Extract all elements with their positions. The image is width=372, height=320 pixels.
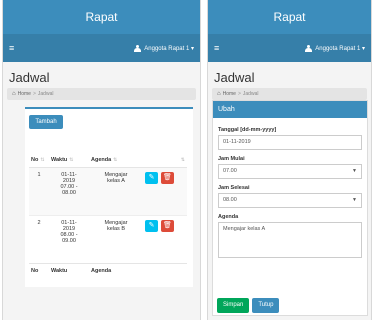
edit-icon: ✎: [148, 221, 155, 229]
top-navbar: ≡ Anggota Rapat 1 ▾: [208, 34, 371, 62]
table-footer-row: No Waktu Agenda: [29, 262, 187, 278]
user-menu[interactable]: Anggota Rapat 1 ▾: [134, 44, 194, 52]
column-header-no[interactable]: No ⇅: [29, 153, 49, 168]
edit-form: Ubah Tanggal [dd-mm-yyyy] 01-11-2019 Jam…: [212, 100, 368, 316]
sort-icon: ⇅: [113, 156, 118, 163]
breadcrumb-separator: >: [237, 91, 241, 97]
cell-agenda: Mengajar kelas B: [89, 214, 143, 263]
column-header-agenda[interactable]: Agenda ⇅: [89, 153, 143, 168]
breadcrumb: ⌂ Home > Jadwal: [212, 88, 367, 100]
cell-waktu: 01-11- 2019 08.00 -09.00: [49, 214, 89, 263]
delete-button[interactable]: 🗑: [161, 171, 174, 184]
sort-icon: ⇅: [69, 156, 74, 163]
app-title-bar: Rapat: [208, 0, 371, 34]
save-button[interactable]: Simpan: [217, 298, 250, 313]
breadcrumb-home[interactable]: Home: [223, 91, 236, 97]
cell-no: 2: [29, 214, 49, 263]
user-menu[interactable]: Anggota Rapat 1 ▾: [305, 44, 365, 52]
breadcrumb-current: Jadwal: [37, 91, 54, 97]
edit-button[interactable]: ✎: [145, 171, 158, 184]
breadcrumb: ⌂ Home > Jadwal: [7, 88, 196, 100]
chevron-down-icon: ▼: [352, 197, 357, 203]
column-header-actions[interactable]: ⇅: [143, 153, 187, 168]
schedule-box: Tambah No ⇅ Waktu ⇅ Agenda ⇅ ⇅ 1 01-11- 2019…: [25, 107, 193, 287]
cell-actions: ✎ 🗑: [143, 214, 187, 263]
footer-no: No: [29, 262, 49, 278]
breadcrumb-home[interactable]: Home: [18, 91, 31, 97]
sort-icon: ⇅: [180, 156, 185, 163]
cell-actions: ✎ 🗑: [143, 166, 187, 215]
footer-waktu: Waktu: [49, 262, 89, 278]
table-row: 2 01-11- 2019 08.00 -09.00 Mengajar kelas B…: [29, 214, 187, 263]
table-header-row: No ⇅ Waktu ⇅ Agenda ⇅ ⇅: [29, 153, 187, 168]
trash-icon: 🗑: [163, 173, 172, 181]
user-icon: [134, 44, 142, 52]
jam-selesai-label: Jam Selesai: [218, 185, 250, 191]
user-icon: [305, 44, 313, 52]
app-title-bar: Rapat: [3, 0, 200, 34]
page-title: Jadwal: [214, 70, 255, 85]
user-menu-label: Anggota Rapat 1 ▾: [315, 45, 365, 52]
edit-button[interactable]: ✎: [145, 219, 158, 232]
hamburger-menu-icon[interactable]: ≡: [214, 43, 219, 53]
jam-selesai-select[interactable]: 08.00 ▼: [218, 193, 362, 208]
tanggal-input[interactable]: 01-11-2019: [218, 135, 362, 150]
home-icon: ⌂: [217, 91, 221, 97]
close-button[interactable]: Tutup: [252, 298, 280, 313]
tanggal-label: Tanggal [dd-mm-yyyy]: [218, 127, 277, 133]
top-navbar: ≡ Anggota Rapat 1 ▾: [3, 34, 200, 62]
jam-mulai-select[interactable]: 07.00 ▼: [218, 164, 362, 179]
jam-mulai-label: Jam Mulai: [218, 156, 245, 162]
chevron-down-icon: ▼: [352, 168, 357, 174]
schedule-table: No ⇅ Waktu ⇅ Agenda ⇅ ⇅ 1 01-11- 2019 07.00 -…: [29, 153, 187, 278]
jadwal-edit-screen: Rapat ≡ Anggota Rapat 1 ▾ Jadwal ⌂ Home …: [207, 0, 372, 320]
column-header-waktu[interactable]: Waktu ⇅: [49, 153, 89, 168]
agenda-label: Agenda: [218, 214, 239, 220]
table-row: 1 01-11- 2019 07.00 -08.00 Mengajar kelas A…: [29, 166, 187, 215]
cell-no: 1: [29, 166, 49, 215]
cell-waktu: 01-11- 2019 07.00 -08.00: [49, 166, 89, 215]
add-button[interactable]: Tambah: [29, 115, 63, 129]
user-menu-label: Anggota Rapat 1 ▾: [144, 45, 194, 52]
trash-icon: 🗑: [163, 221, 172, 229]
cell-agenda: Mengajar kelas A: [89, 166, 143, 215]
breadcrumb-current: Jadwal: [242, 91, 259, 97]
delete-button[interactable]: 🗑: [161, 219, 174, 232]
breadcrumb-separator: >: [32, 91, 36, 97]
sort-icon: ⇅: [40, 156, 45, 163]
hamburger-menu-icon[interactable]: ≡: [9, 43, 14, 53]
home-icon: ⌂: [12, 91, 16, 97]
footer-agenda: Agenda: [89, 262, 143, 278]
page-title: Jadwal: [9, 70, 50, 85]
jadwal-list-screen: Rapat ≡ Anggota Rapat 1 ▾ Jadwal ⌂ Home …: [2, 0, 201, 320]
edit-icon: ✎: [148, 173, 155, 181]
agenda-textarea[interactable]: Mengajar kelas A: [218, 222, 362, 258]
form-header: Ubah: [213, 101, 367, 118]
